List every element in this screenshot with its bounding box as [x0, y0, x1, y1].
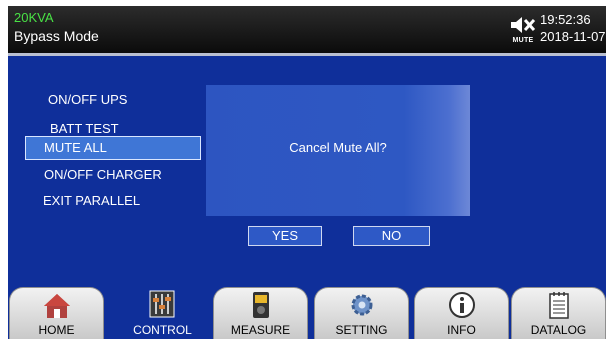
mute-label: MUTE — [512, 37, 534, 44]
ups-screen: 20KVA Bypass Mode MUTE 19:52:36 2018-11-… — [8, 6, 606, 339]
nav-info[interactable]: INFO — [414, 287, 509, 339]
nav-home[interactable]: HOME — [9, 287, 104, 339]
nav-measure-label: MEASURE — [230, 323, 291, 337]
dialog-message: Cancel Mute All? — [289, 140, 387, 155]
nav-home-label: HOME — [38, 323, 75, 337]
nav-setting[interactable]: SETTING — [314, 287, 409, 339]
meter-icon — [253, 292, 269, 318]
clock: 19:52:36 2018-11-07 — [540, 11, 606, 45]
nav-control[interactable]: CONTROL — [115, 287, 210, 339]
mode-label: Bypass Mode — [14, 28, 99, 44]
nav-measure[interactable]: MEASURE — [213, 287, 308, 339]
home-icon — [44, 294, 70, 318]
menu-item-batt-test[interactable]: BATT TEST — [50, 121, 119, 136]
confirm-dialog: Cancel Mute All? — [206, 85, 470, 216]
sliders-icon — [149, 290, 175, 318]
nav-setting-label: SETTING — [335, 323, 388, 337]
header-divider — [8, 53, 606, 56]
info-icon — [449, 292, 475, 318]
menu-item-onoff-charger[interactable]: ON/OFF CHARGER — [44, 167, 162, 182]
speaker-mute-icon — [511, 17, 536, 33]
log-icon — [549, 292, 569, 319]
menu-item-onoff-ups[interactable]: ON/OFF UPS — [48, 92, 127, 107]
mute-indicator[interactable]: MUTE — [508, 15, 538, 47]
date-label: 2018-11-07 — [540, 29, 606, 44]
nav-datalog-label: DATALOG — [530, 323, 587, 337]
nav-info-label: INFO — [447, 323, 476, 337]
nav-datalog[interactable]: DATALOG — [511, 287, 606, 339]
status-header: 20KVA Bypass Mode MUTE 19:52:36 2018-11-… — [8, 6, 606, 53]
time-label: 19:52:36 — [540, 12, 591, 27]
menu-item-exit-parallel[interactable]: EXIT PARALLEL — [43, 193, 140, 208]
menu-item-mute-all[interactable]: MUTE ALL — [25, 136, 201, 160]
gear-icon — [351, 294, 373, 316]
nav-control-label: CONTROL — [133, 323, 192, 337]
yes-button[interactable]: YES — [248, 226, 322, 246]
capacity-label: 20KVA — [14, 10, 54, 25]
no-button[interactable]: NO — [353, 226, 430, 246]
